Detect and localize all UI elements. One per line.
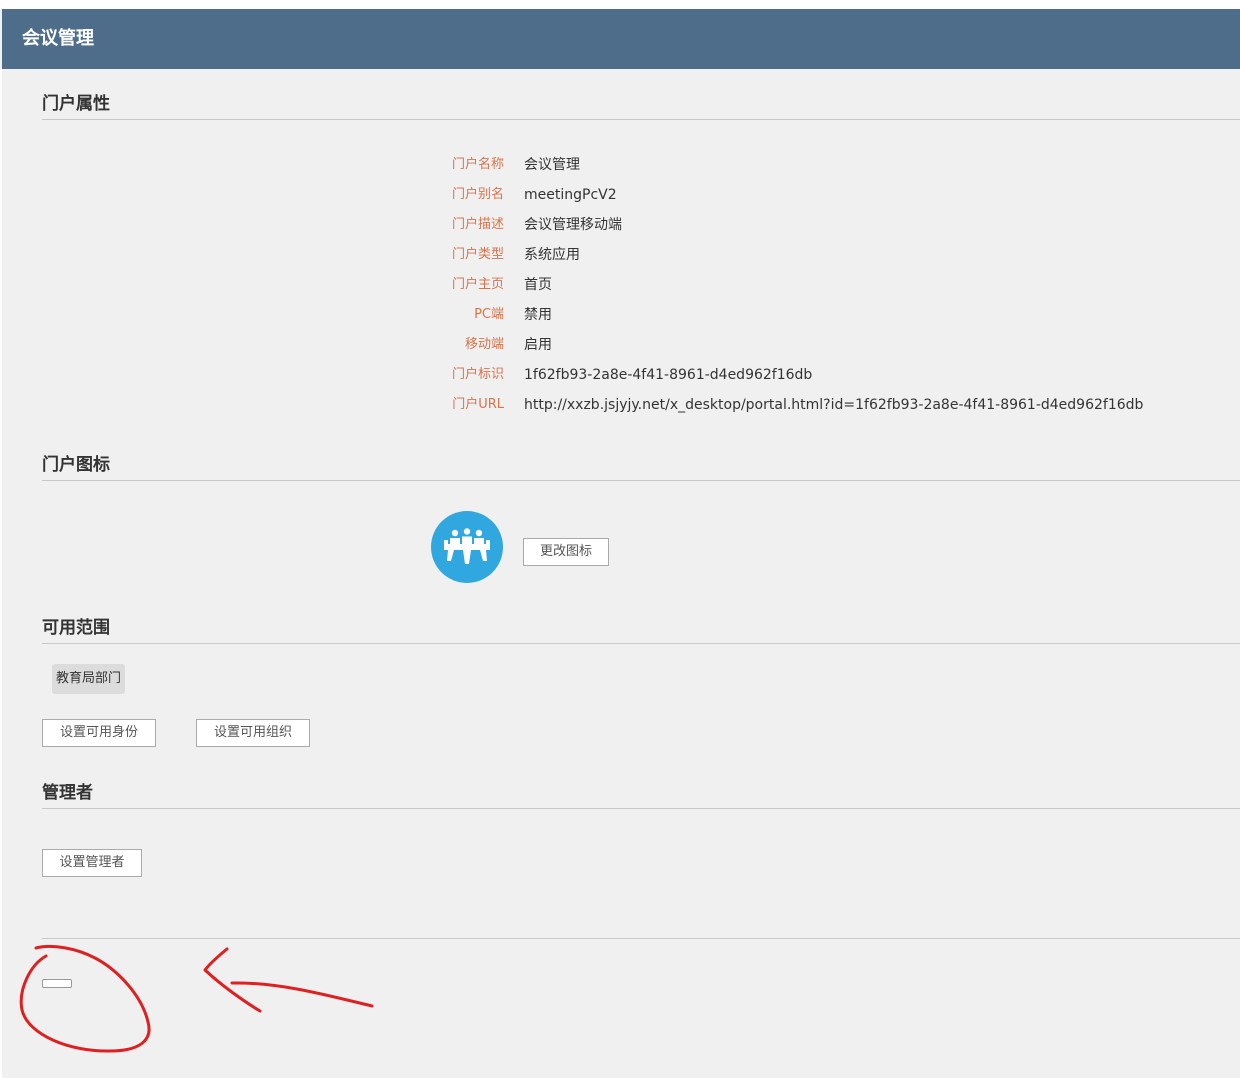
prop-value-homepage: 首页	[524, 277, 552, 293]
prop-label-url: 门户URL	[452, 397, 504, 412]
prop-value-type: 系统应用	[524, 247, 580, 263]
prop-label-homepage: 门户主页	[451, 277, 504, 292]
section-divider	[42, 643, 1240, 644]
prop-value-id: 1f62fb93-2a8e-4f41-8961-d4ed962f16db	[524, 367, 813, 383]
prop-label-id: 门户标识	[451, 367, 504, 382]
prop-label-type: 门户类型	[451, 247, 504, 262]
section-title-scope: 可用范围	[42, 618, 110, 638]
meeting-people-icon	[431, 511, 503, 583]
prop-value-pc: 禁用	[524, 307, 552, 323]
section-title-admins: 管理者	[42, 783, 93, 803]
page-header: 会议管理	[2, 9, 1240, 69]
prop-value-name: 会议管理	[524, 157, 580, 173]
section-title-icon: 门户图标	[42, 455, 110, 475]
prop-value-mobile: 启用	[524, 337, 552, 353]
set-organization-button[interactable]: 设置可用组织	[196, 719, 310, 747]
prop-label-description: 门户描述	[451, 217, 504, 232]
prop-label-mobile: 移动端	[464, 337, 504, 352]
prop-label-alias: 门户别名	[451, 187, 504, 202]
set-identity-button[interactable]: 设置可用身份	[42, 719, 156, 747]
scope-tag[interactable]: 教育局部门	[52, 664, 126, 694]
prop-value-description: 会议管理移动端	[524, 217, 622, 233]
set-admin-button[interactable]: 设置管理者	[42, 849, 142, 877]
prop-value-alias: meetingPcV2	[524, 187, 617, 203]
red-annotation-mark	[19, 944, 374, 1053]
section-title-properties: 门户属性	[42, 94, 110, 114]
page-title: 会议管理	[22, 28, 94, 49]
prop-value-url: http://xxzb.jsjyjy.net/x_desktop/portal.…	[524, 397, 1144, 413]
prop-label-name: 门户名称	[451, 157, 504, 172]
section-divider	[42, 119, 1240, 120]
change-icon-button[interactable]: 更改图标	[523, 538, 609, 566]
section-divider	[42, 480, 1240, 481]
top-strip	[0, 0, 1240, 9]
prop-label-pc: PC端	[474, 307, 504, 322]
left-edge	[0, 69, 2, 1078]
section-divider	[42, 808, 1240, 809]
